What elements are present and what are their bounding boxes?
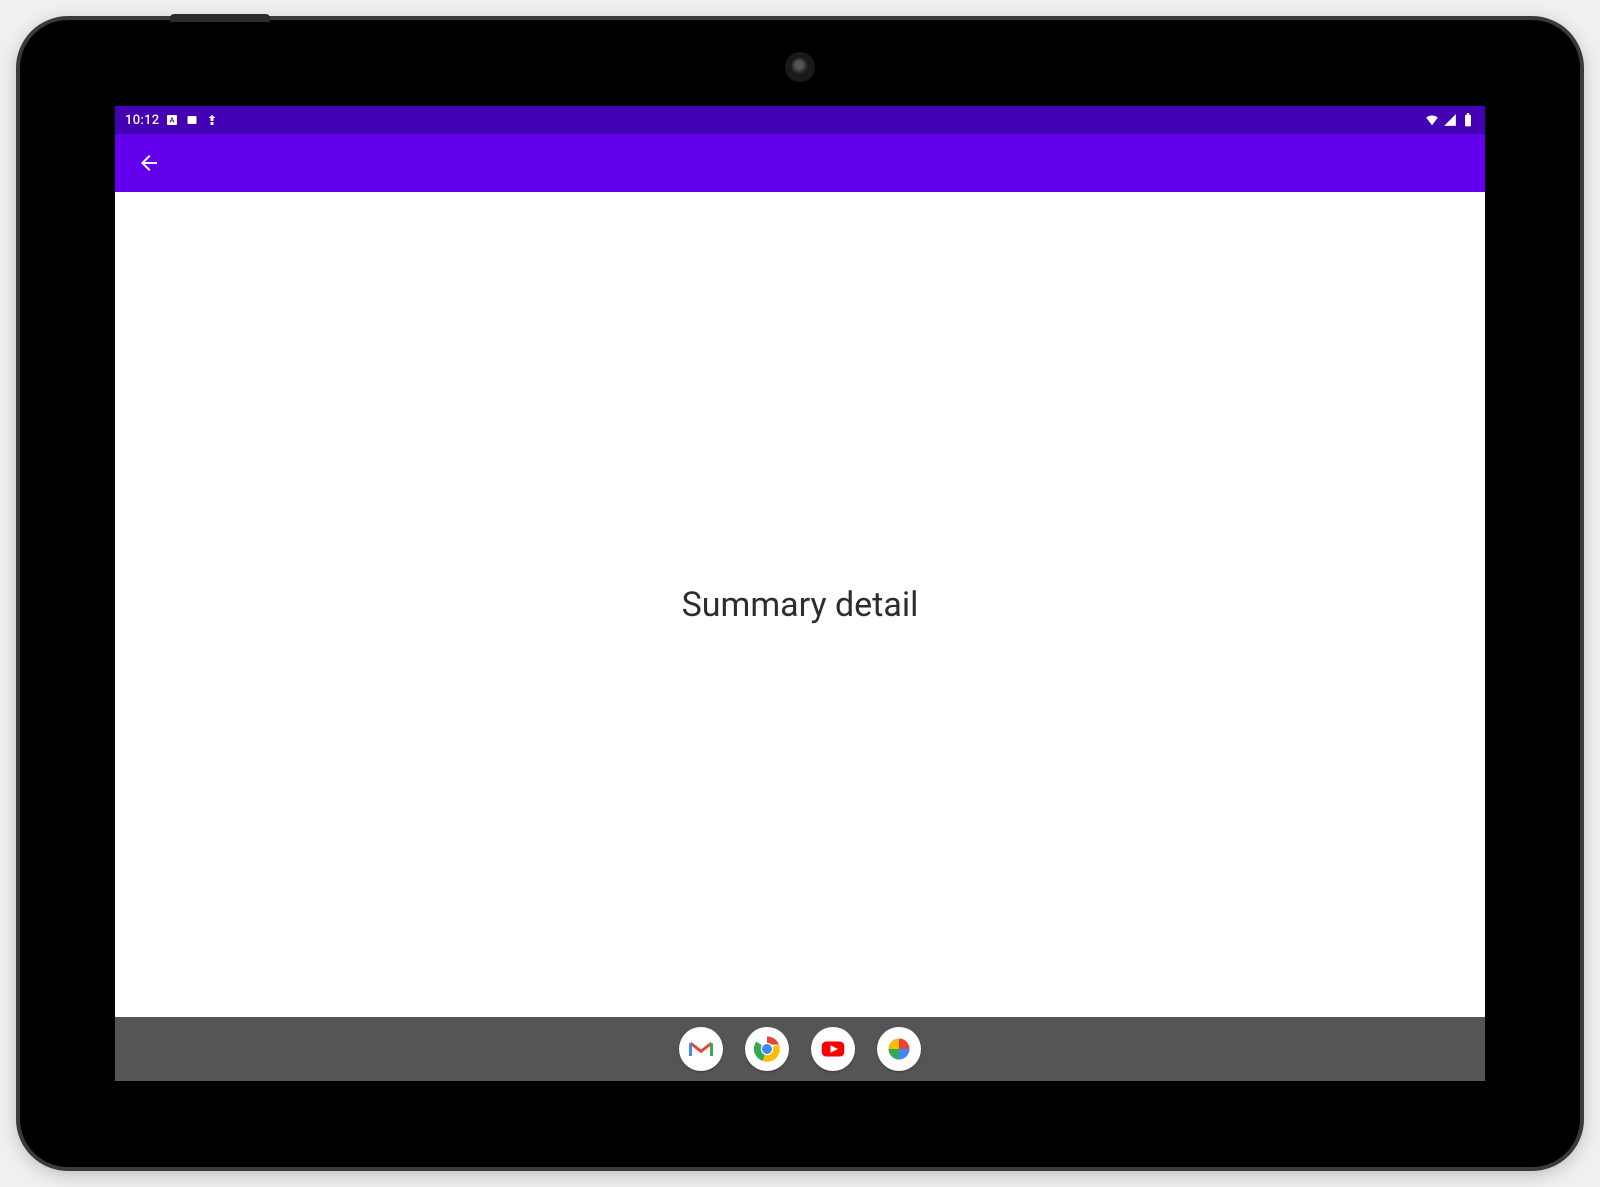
dock-youtube-icon[interactable] [811,1027,855,1071]
app-bar [115,134,1485,192]
dock-gmail-icon[interactable] [679,1027,723,1071]
tablet-device-frame: 10:12 A [20,20,1580,1167]
photos-icon [885,1035,913,1063]
content-area: Summary detail [115,192,1485,1017]
card-icon [185,113,199,127]
dock-photos-icon[interactable] [877,1027,921,1071]
dock-chrome-icon[interactable] [745,1027,789,1071]
arrow-back-icon [137,151,161,175]
chrome-icon [752,1034,782,1064]
notification-a-icon: A [165,113,179,127]
content-text: Summary detail [682,585,919,625]
front-camera [791,58,809,76]
signal-icon [1443,113,1457,127]
svg-text:A: A [170,118,175,125]
wifi-icon [1425,113,1439,127]
gmail-icon [687,1035,715,1063]
youtube-icon [818,1034,848,1064]
sync-icon [205,113,219,127]
back-button[interactable] [129,143,169,183]
tablet-bezel: 10:12 A [30,30,1570,1157]
status-bar-right [1425,113,1475,127]
status-bar: 10:12 A [115,106,1485,134]
device-top-bump [170,14,270,22]
navigation-bar [115,1017,1485,1081]
status-bar-left: 10:12 A [125,113,219,128]
status-clock: 10:12 [125,113,159,128]
screen: 10:12 A [115,106,1485,1081]
battery-icon [1461,113,1475,127]
